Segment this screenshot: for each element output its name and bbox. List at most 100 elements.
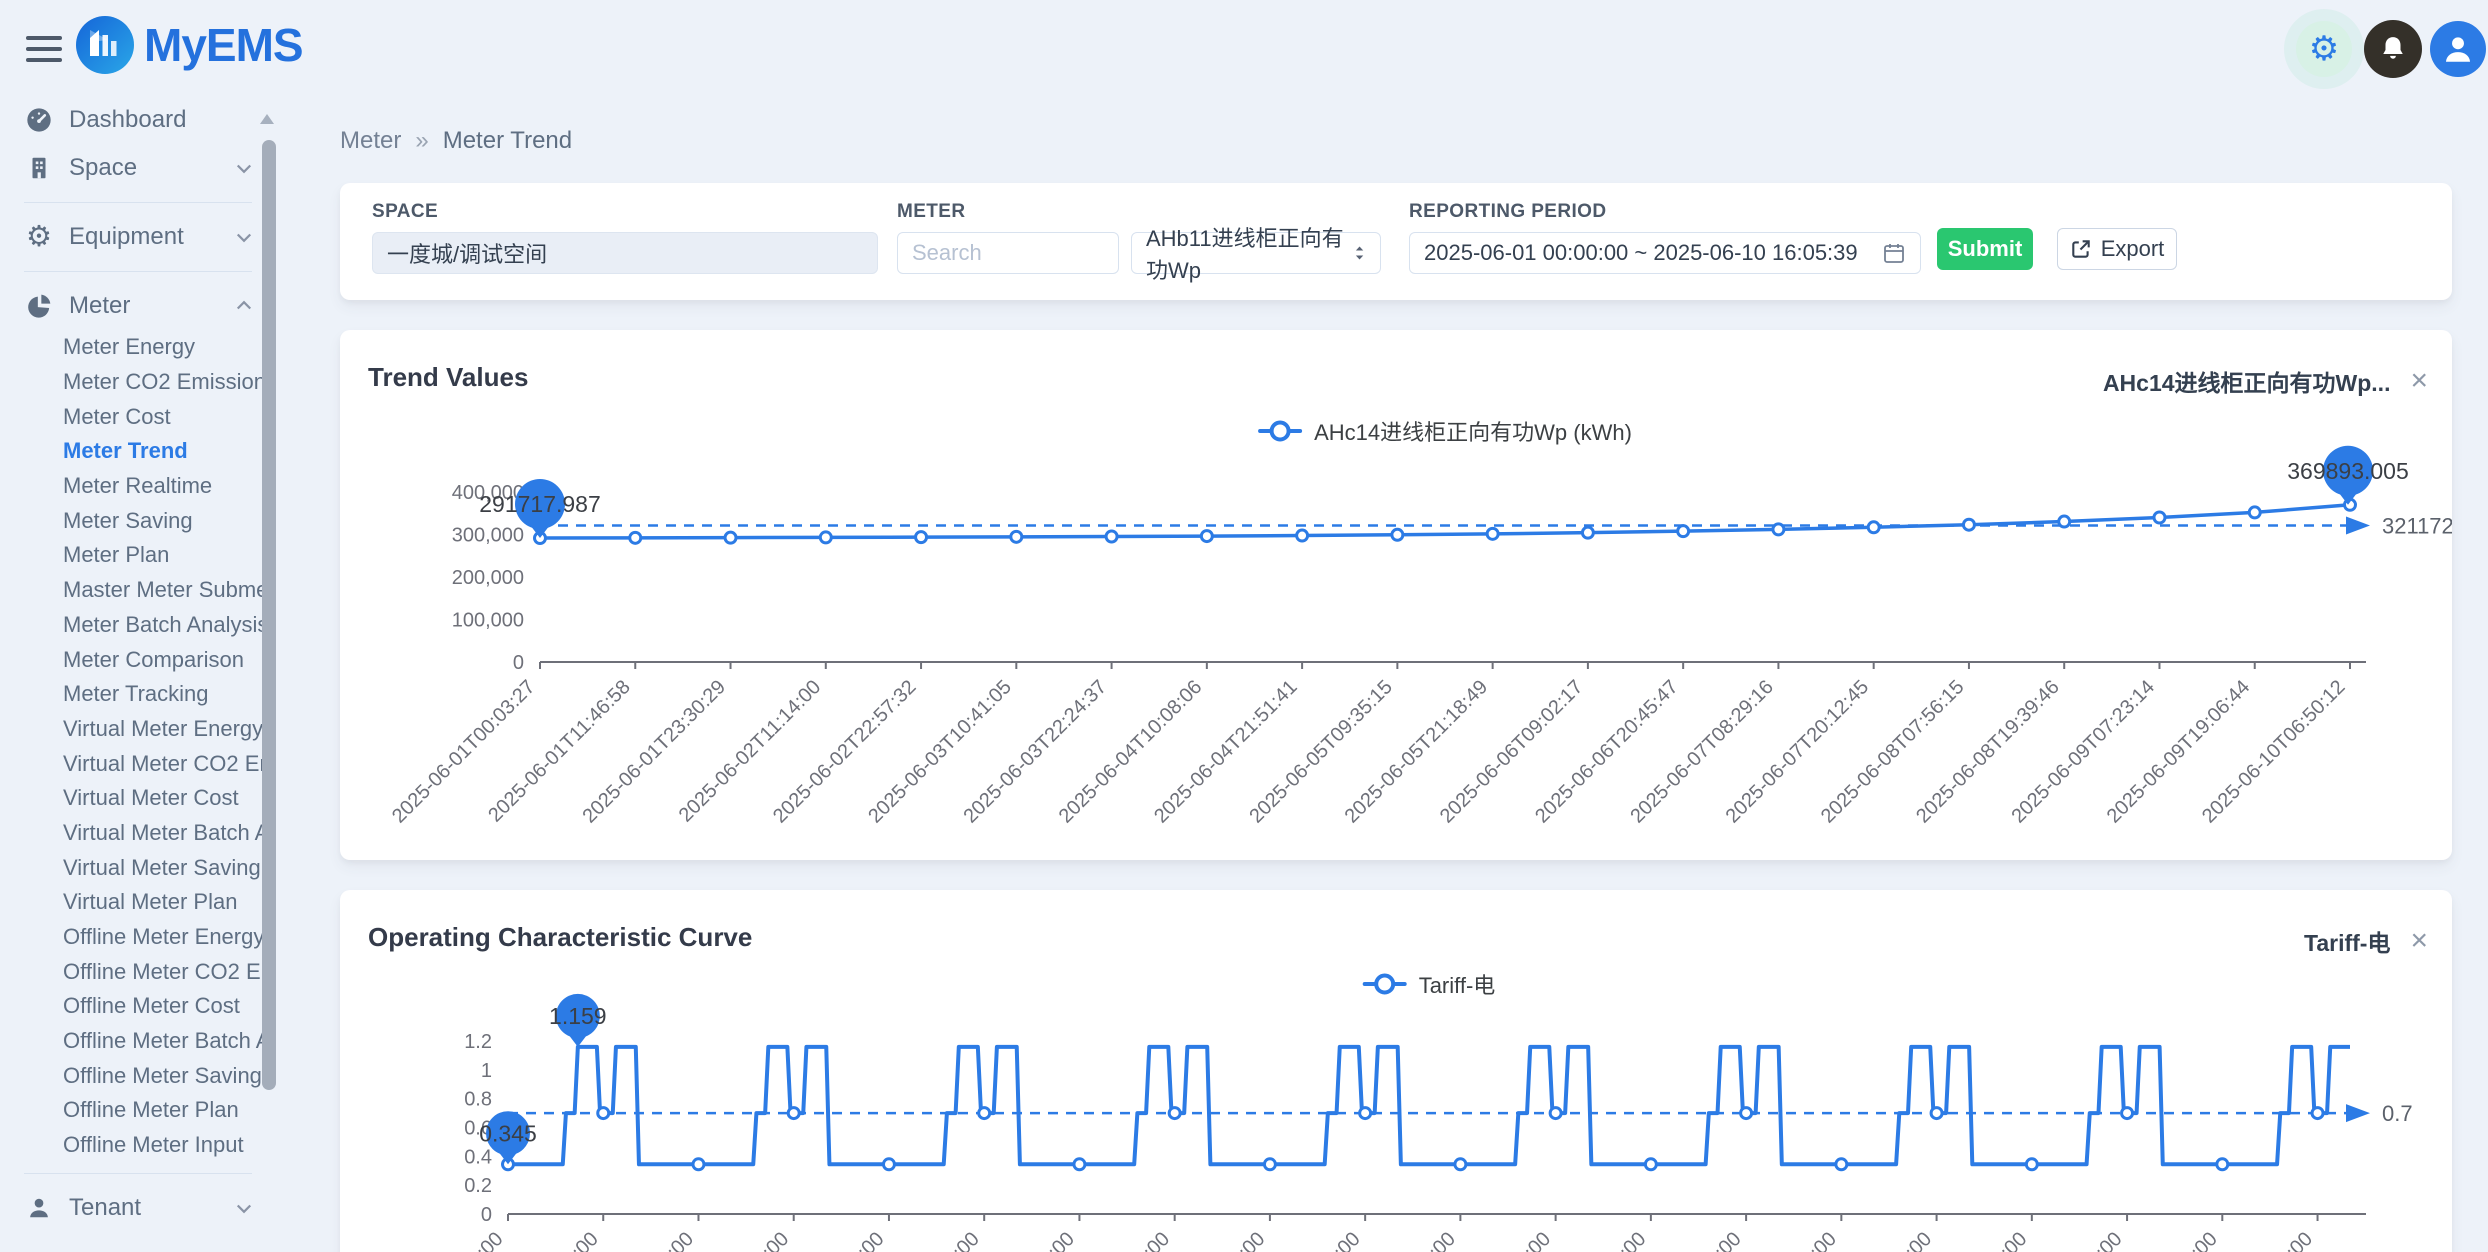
trend-values-card: Trend Values AHc14进线柜正向有功Wp... × AHc14进线… [340,330,2452,860]
svg-text:0.345: 0.345 [479,1120,537,1146]
brand-name: MyEMS [144,18,303,72]
sidebar-item-meter-realtime[interactable]: Meter Realtime [0,469,280,504]
sidebar-item-equipment[interactable]: ⚙Equipment [0,213,280,261]
settings-gear-icon: ⚙ [2309,32,2339,66]
sidebar-item-offline-meter-cost[interactable]: Offline Meter Cost [0,989,280,1024]
operating-curve-card: Operating Characteristic Curve Tariff-电 … [340,890,2452,1252]
sidebar-item-offline-meter-energy[interactable]: Offline Meter Energy [0,920,280,955]
svg-text:0.2: 0.2 [464,1175,492,1197]
svg-text:12:00:00: 12:00:00 [723,1228,794,1252]
svg-text:12:00:00: 12:00:00 [1104,1228,1175,1252]
sidebar-item-offline-meter-batch-analysis[interactable]: Offline Meter Batch Analysis [0,1024,280,1059]
meter-select[interactable]: AHb11进线柜正向有功Wp [1131,232,1381,274]
export-label: Export [2101,236,2165,262]
gauge-icon [24,106,54,134]
user-avatar[interactable] [2430,21,2486,77]
sidebar-item-meter-trend[interactable]: Meter Trend [0,434,280,469]
scrollbar-up-arrow-icon[interactable] [260,114,274,124]
sidebar-item-master-meter-submeters-balance[interactable]: Master Meter Submeters Balance [0,573,280,608]
sidebar-item-meter-comparison[interactable]: Meter Comparison [0,642,280,677]
export-button[interactable]: Export [2057,228,2177,270]
svg-text:300,000: 300,000 [452,525,524,547]
sidebar-item-meter[interactable]: Meter [0,282,280,330]
svg-text:12:00:00: 12:00:00 [1294,1228,1365,1252]
brand-logo[interactable]: MyEMS [76,16,303,74]
svg-text:0.8: 0.8 [464,1089,492,1111]
tariff-card-title: Operating Characteristic Curve [368,922,752,953]
svg-text:00:00:00: 00:00:00 [1199,1228,1270,1252]
sidebar-item-dashboard[interactable]: Dashboard [0,96,280,144]
settings-button[interactable]: ⚙ [2296,21,2352,77]
sidebar-item-offline-meter-plan[interactable]: Offline Meter Plan [0,1093,280,1128]
tariff-tab-title: Tariff-电 [2304,924,2390,958]
export-icon [2070,238,2092,260]
app-header: MyEMS ⚙ [0,0,2488,96]
sidebar-item-offline-meter-co2-emissions[interactable]: Offline Meter CO2 Emissions [0,954,280,989]
reporting-period-input[interactable]: 2025-06-01 00:00:00 ~ 2025-06-10 16:05:3… [1409,232,1921,274]
svg-text:00:00:00: 00:00:00 [2151,1228,2222,1252]
svg-text:00:00:00: 00:00:00 [818,1228,889,1252]
sidebar-item-virtual-meter-batch-analysis[interactable]: Virtual Meter Batch Analysis [0,816,280,851]
sidebar-scrollbar[interactable] [262,140,276,1090]
sidebar-item-offline-meter-saving[interactable]: Offline Meter Saving [0,1058,280,1093]
submit-button[interactable]: Submit [1937,228,2033,270]
gear-icon: ⚙ [24,223,54,252]
menu-toggle-icon[interactable] [26,36,62,62]
sidebar-item-meter-plan[interactable]: Meter Plan [0,538,280,573]
sidebar: DashboardSpace ⚙Equipment MeterMeter Energ… [0,96,280,1252]
tariff-tab-close-icon[interactable]: × [2410,926,2428,956]
svg-text:1.2: 1.2 [464,1031,492,1053]
breadcrumb-separator: » [415,127,428,155]
sidebar-item-virtual-meter-plan[interactable]: Virtual Meter Plan [0,885,280,920]
breadcrumb: Meter » Meter Trend [340,126,2452,156]
tariff-card-tab: Tariff-电 × [2304,924,2428,958]
sidebar-item-virtual-meter-co2-emissions[interactable]: Virtual Meter CO2 Emissions [0,746,280,781]
sidebar-item-meter-energy[interactable]: Meter Energy [0,330,280,365]
sidebar-nav: DashboardSpace ⚙Equipment MeterMeter Energ… [0,96,280,1232]
sidebar-item-meter-tracking[interactable]: Meter Tracking [0,677,280,712]
sidebar-item-virtual-meter-energy[interactable]: Virtual Meter Energy [0,712,280,747]
space-label: SPACE [372,201,878,223]
calendar-icon [1882,241,1906,265]
filter-card: SPACE 一度城/调试空间 METER AHb11进线柜正向有功Wp REPO… [340,183,2452,300]
sidebar-item-meter-saving[interactable]: Meter Saving [0,503,280,538]
svg-text:369893.005: 369893.005 [2287,458,2409,484]
reporting-period-value: 2025-06-01 00:00:00 ~ 2025-06-10 16:05:3… [1424,240,1858,266]
meter-search-input[interactable] [897,232,1119,274]
myems-logo-icon [76,16,134,74]
svg-text:00:00:00: 00:00:00 [627,1228,698,1252]
user-avatar-icon [2441,32,2475,66]
sidebar-divider [24,1173,252,1174]
svg-text:12:00:00: 12:00:00 [1675,1228,1746,1252]
person-icon [24,1195,54,1221]
svg-text:12:00:00: 12:00:00 [1866,1228,1937,1252]
meter-filter-group: METER AHb11进线柜正向有功Wp [897,201,1381,274]
building-icon [24,154,54,182]
sidebar-item-tenant[interactable]: Tenant [0,1184,280,1232]
svg-text:00:00:00: 00:00:00 [437,1228,508,1252]
sidebar-item-offline-meter-input[interactable]: Offline Meter Input [0,1128,280,1163]
main-content: Meter » Meter Trend SPACE 一度城/调试空间 METER… [340,96,2452,1252]
space-select[interactable]: 一度城/调试空间 [372,232,878,274]
svg-text:12:00:00: 12:00:00 [2056,1228,2127,1252]
svg-text:1.159: 1.159 [549,1003,607,1029]
period-filter-group: REPORTING PERIOD 2025-06-01 00:00:00 ~ 2… [1409,201,1921,274]
sidebar-item-virtual-meter-cost[interactable]: Virtual Meter Cost [0,781,280,816]
svg-text:321172.73: 321172.73 [2382,514,2452,539]
svg-text:291717.987: 291717.987 [479,491,601,517]
svg-text:00:00:00: 00:00:00 [1580,1228,1651,1252]
svg-text:0.4: 0.4 [464,1146,492,1168]
trend-card-title: Trend Values [368,362,528,393]
breadcrumb-parent[interactable]: Meter [340,127,401,155]
svg-text:00:00:00: 00:00:00 [1770,1228,1841,1252]
svg-text:12:00:00: 12:00:00 [1485,1228,1556,1252]
sidebar-item-meter-cost[interactable]: Meter Cost [0,399,280,434]
sidebar-item-meter-co2-emissions[interactable]: Meter CO2 Emissions [0,365,280,400]
sidebar-item-meter-batch-analysis[interactable]: Meter Batch Analysis [0,608,280,643]
sidebar-item-virtual-meter-saving[interactable]: Virtual Meter Saving [0,850,280,885]
notifications-button[interactable] [2364,20,2422,78]
svg-text:1: 1 [481,1060,492,1082]
tariff-line-chart: 1.210.80.60.40.2000:00:0012:00:0000:00:0… [340,960,2452,1252]
sidebar-item-space[interactable]: Space [0,144,280,192]
sidebar-divider [24,202,252,203]
